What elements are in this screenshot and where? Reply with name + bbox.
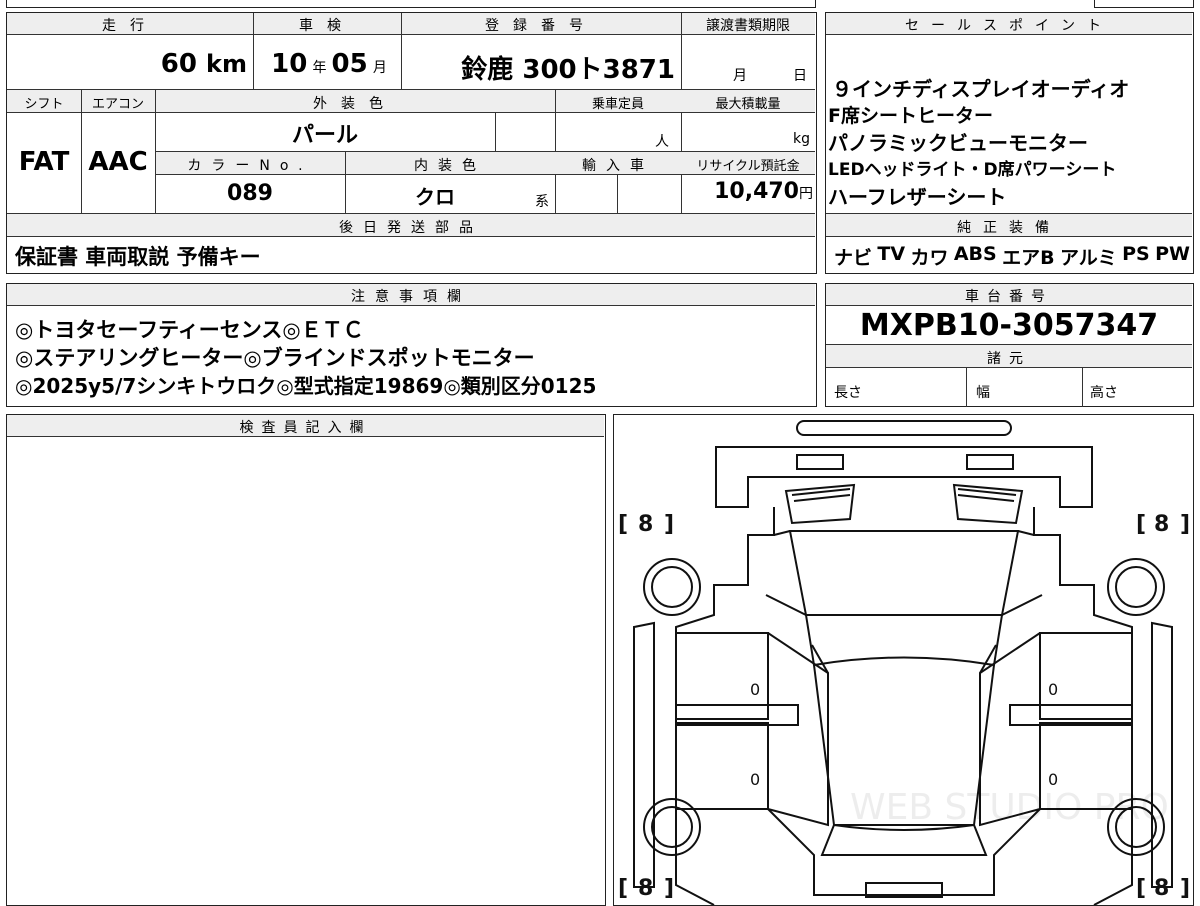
notes-line-2: ◎ステアリングヒーター◎ブラインドスポットモニター [15,346,535,370]
chassis-number-label: 車台番号 [965,289,1053,305]
tire-front-right-bracket-close: ] [1180,512,1190,537]
watermark: WEB STUDIO PRO [850,787,1169,828]
vehicle-info-table: 走行 車検 登録番号 譲渡書類期限 60 km 10 年 05 月 鈴鹿 300… [6,12,817,274]
inspection-value: 10 年 05 月 [257,49,401,79]
width-label: 幅 [976,385,990,401]
inspection-month: 05 [331,49,368,79]
tire-front-right-bracket: [ [1136,512,1146,537]
color-no-value: 089 [227,181,273,206]
mark-right-front: 0 [1048,680,1058,699]
sales-point-5: ハーフレザーシート [828,185,1007,209]
inspector-label: 検査員記入欄 [239,420,372,436]
notes-line-1: ◎トヨタセーフティーセンス◎ＥＴＣ [15,318,364,342]
tire-rear-right-bracket-close: ] [1180,876,1190,901]
spec-label: 諸元 [987,351,1031,367]
exterior-color-value: パール [291,123,358,148]
sales-point-3: パノラミックビューモニター [828,131,1088,155]
inspection-year: 10 [271,49,308,79]
exterior-color-label: 外装色 [313,96,397,112]
sales-points-box: セールスポイント ９インチディスプレイオーディオ F席シートヒーター パノラミッ… [825,12,1194,274]
registration-value: 鈴鹿 300ト3871 [461,55,675,85]
interior-color-suffix: 系 [535,194,549,210]
vehicle-diagram: [ 8 ] [ 8 ] [ 8 ] [ 8 ] 0 0 0 0 WEB STUD… [618,420,1190,905]
equip-abs: ABS [953,243,997,265]
equip-leather: カワ [910,247,949,269]
inspection-year-unit: 年 [312,60,327,76]
notes-line-3: ◎2025y5/7シンキトウロク◎型式指定19869◎類別区分0125 [15,374,597,398]
later-parts-label: 後日発送部品 [339,220,483,236]
interior-color-label: 内装色 [414,158,486,174]
shift-label: シフト [24,97,64,112]
tire-rear-left-bracket-close: ] [664,876,674,901]
recycle-unit: 円 [799,186,813,202]
inspector-box: 検査員記入欄 [6,414,606,906]
length-label: 長さ [834,385,862,401]
sales-points-label: セールスポイント [905,18,1113,34]
import-label: 輸入車 [582,158,654,174]
capacity-unit: 人 [655,134,669,150]
tire-front-left-value: 8 [638,512,653,537]
sales-point-2: F席シートヒーター [828,105,993,127]
sales-point-4: LEDヘッドライト・D席パワーシート [828,160,1117,180]
vehicle-diagram-box: [ 8 ] [ 8 ] [ 8 ] [ 8 ] 0 0 0 0 WEB STUD… [613,414,1194,906]
height-label: 高さ [1090,385,1118,401]
tire-front-left-bracket: [ [618,512,628,537]
notes-box: 注意事項欄 ◎トヨタセーフティーセンス◎ＥＴＣ ◎ステアリングヒーター◎ブライン… [6,283,817,407]
interior-color-value: クロ [415,185,455,209]
tire-rear-left-bracket: [ [618,876,628,901]
top-partial-strip-right [1094,0,1194,8]
equip-navi: ナビ [834,247,873,269]
inspection-label: 車検 [299,18,355,34]
recycle-amount: 10,470 [714,179,799,204]
recycle-label: リサイクル預託金 [696,159,800,174]
equip-tv: TV [877,243,906,265]
chassis-number-value: MXPB10-3057347 [859,308,1159,343]
tire-rear-right-bracket: [ [1136,876,1146,901]
transfer-day-unit: 日 [793,68,807,84]
notes-label: 注意事項欄 [351,289,471,305]
transfer-month-unit: 月 [733,68,747,84]
ac-label: エアコン [91,97,144,112]
color-no-label: カラーNo. [187,158,313,174]
mileage-number: 60 [160,49,197,79]
tire-rear-left-value: 8 [638,876,653,901]
max-load-unit: kg [793,131,810,147]
equip-alloy: アルミ [1059,247,1117,269]
mileage-label: 走行 [102,18,158,34]
tire-front-right-value: 8 [1154,512,1169,537]
genuine-equipment-label: 純正装備 [957,220,1061,236]
equip-pw: PW [1155,243,1190,265]
ac-value: AAC [88,147,148,177]
equip-ps: PS [1122,243,1150,265]
tire-rear-right-value: 8 [1154,876,1169,901]
chassis-box: 車台番号 MXPB10-3057347 諸元 長さ 幅 高さ [825,283,1194,407]
max-load-label: 最大積載量 [715,97,781,112]
transfer-deadline-label: 譲渡書類期限 [706,18,790,34]
top-partial-strip [6,0,816,8]
sales-point-1: ９インチディスプレイオーディオ [832,77,1130,101]
mark-left-rear: 0 [750,770,760,789]
mileage-unit: km [206,50,247,78]
shift-value: FAT [18,147,70,177]
tire-front-left-bracket-close: ] [664,512,674,537]
registration-label: 登録番号 [485,18,597,34]
genuine-equipment-list: ナビ TV カワ ABS エアB アルミ PS PW [834,243,1190,270]
later-parts-value: 保証書 車両取説 予備キー [15,245,261,269]
capacity-label: 乗車定員 [591,97,644,112]
mileage-value: 60 km [7,49,247,79]
recycle-value: 10,470円 [681,179,813,204]
inspection-month-unit: 月 [372,60,387,76]
equip-airbag: エアB [1002,247,1055,269]
mark-left-front: 0 [750,680,760,699]
